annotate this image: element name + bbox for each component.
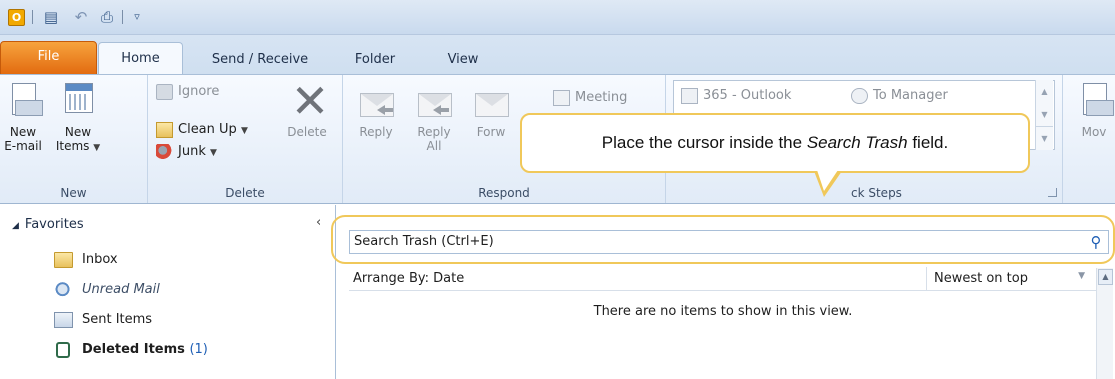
dialog-launcher-icon[interactable]: [1048, 188, 1057, 197]
quick-step-365-outlook[interactable]: 365 - Outlook: [681, 85, 791, 107]
inbox-folder-icon: [54, 252, 73, 268]
nav-item-sent-items[interactable]: Sent Items: [54, 309, 152, 331]
ribbon-group-label: Respond: [478, 186, 530, 200]
move-to-folder-icon: [681, 88, 698, 104]
junk-button[interactable]: Junk ▼: [156, 141, 217, 163]
new-email-label-line1: New: [9, 125, 37, 139]
tab-send-receive[interactable]: Send / Receive: [198, 45, 322, 75]
minimize-nav-icon[interactable]: ‹: [316, 215, 321, 230]
quick-step-to-manager[interactable]: To Manager: [851, 85, 948, 107]
calendar-icon: [59, 81, 97, 121]
sent-items-icon: [54, 312, 73, 328]
ribbon-tabs: File Home Send / Receive Folder View: [0, 35, 1115, 76]
sort-order-toggle[interactable]: Newest on top: [926, 267, 1093, 291]
forward-button[interactable]: Forw: [469, 81, 513, 139]
new-items-button[interactable]: New Items ▼: [52, 81, 104, 155]
junk-icon: [156, 144, 173, 160]
forward-to-manager-icon: [851, 88, 868, 104]
customize-qat-icon[interactable]: ▿: [128, 8, 146, 26]
reply-all-icon: [415, 81, 453, 121]
empty-view-message: There are no items to show in this view.: [593, 304, 853, 319]
arrange-by-header[interactable]: Arrange By: Date Newest on top ▼: [349, 267, 1109, 291]
print-icon[interactable]: ⎙: [98, 8, 116, 26]
new-email-icon: [4, 81, 43, 121]
new-items-label-line1: New: [64, 125, 92, 139]
trash-icon: [56, 342, 70, 358]
instruction-callout: Place the cursor inside the Search Trash…: [520, 113, 1030, 173]
undo-icon[interactable]: ↶: [72, 8, 90, 26]
ribbon-group-delete: Ignore Clean Up ▼ Junk ▼ ✕ Delete Delete: [148, 75, 343, 203]
scroll-up-icon[interactable]: ▲: [1036, 80, 1053, 103]
scroll-down-icon[interactable]: ▼: [1036, 103, 1053, 126]
reply-all-button[interactable]: Reply All: [413, 81, 455, 153]
forward-icon: [472, 81, 510, 121]
unread-count-badge: (1): [189, 342, 208, 357]
tab-folder[interactable]: Folder: [345, 45, 405, 75]
ribbon-group-new: New E-mail New Items ▼ New: [0, 75, 148, 203]
message-list-scrollbar[interactable]: ▲: [1096, 268, 1113, 379]
ribbon-group-label: ck Steps: [851, 186, 902, 200]
nav-item-inbox[interactable]: Inbox: [54, 249, 118, 271]
tab-file[interactable]: File: [0, 41, 97, 75]
reply-icon: [357, 81, 395, 121]
ribbon-group-label: New: [60, 186, 87, 200]
move-label: Mov: [1081, 125, 1107, 139]
move-icon: [1075, 81, 1114, 121]
arrange-by-label[interactable]: Arrange By: Date: [353, 271, 464, 286]
clean-up-button[interactable]: Clean Up ▼: [156, 119, 248, 141]
new-email-label-line2: E-mail: [4, 139, 42, 153]
reply-button[interactable]: Reply: [355, 81, 397, 139]
chevron-down-icon: ▼: [240, 126, 248, 136]
quick-steps-scroll[interactable]: ▲ ▼ ▼: [1035, 80, 1053, 150]
nav-item-unread-mail[interactable]: Unread Mail: [54, 279, 160, 301]
new-items-label-line2: Items ▼: [55, 139, 101, 153]
outlook-app-icon[interactable]: O: [8, 9, 25, 26]
sort-chevron-icon[interactable]: ▼: [1078, 271, 1085, 281]
favorites-header[interactable]: ◢ Favorites: [12, 217, 84, 232]
tab-view[interactable]: View: [438, 45, 488, 75]
qat-separator: [32, 10, 33, 24]
meeting-icon: [553, 90, 570, 106]
ribbon-group-move: Mov: [1063, 75, 1115, 203]
reply-all-label-line1: Reply: [417, 125, 451, 139]
callout-pointer-fill: [817, 170, 838, 191]
meeting-button[interactable]: Meeting: [553, 87, 627, 109]
move-button[interactable]: Mov: [1073, 81, 1115, 139]
reply-label: Reply: [359, 125, 393, 139]
ribbon-group-label: Delete: [225, 186, 265, 200]
search-field-highlight: [331, 215, 1115, 264]
quick-access-toolbar: O ▤ ↶ ⎙ ▿: [0, 0, 1115, 35]
more-icon[interactable]: ▼: [1036, 126, 1053, 149]
scroll-up-icon[interactable]: ▲: [1098, 269, 1113, 285]
forward-label: Forw: [476, 125, 506, 139]
collapse-triangle-icon: ◢: [12, 221, 19, 231]
chevron-down-icon: ▼: [209, 148, 217, 158]
nav-item-deleted-items[interactable]: Deleted Items (1): [54, 339, 208, 361]
ignore-button[interactable]: Ignore: [156, 81, 219, 103]
new-email-button[interactable]: New E-mail: [0, 81, 46, 153]
send-receive-all-icon[interactable]: ▤: [42, 8, 60, 26]
callout-text: Place the cursor inside the Search Trash…: [601, 133, 949, 152]
qat-separator: [122, 10, 123, 24]
clean-up-icon: [156, 122, 173, 138]
reply-all-label-line2: All: [426, 139, 442, 153]
ignore-icon: [156, 84, 173, 100]
search-folder-icon: [54, 282, 73, 298]
delete-button[interactable]: ✕ Delete: [278, 74, 336, 139]
chevron-down-icon: ▼: [93, 143, 101, 153]
navigation-pane: ◢ Favorites ‹ Inbox Unread Mail Sent Item…: [0, 205, 336, 379]
tab-home[interactable]: Home: [98, 42, 183, 76]
delete-x-icon: ✕: [290, 74, 330, 128]
